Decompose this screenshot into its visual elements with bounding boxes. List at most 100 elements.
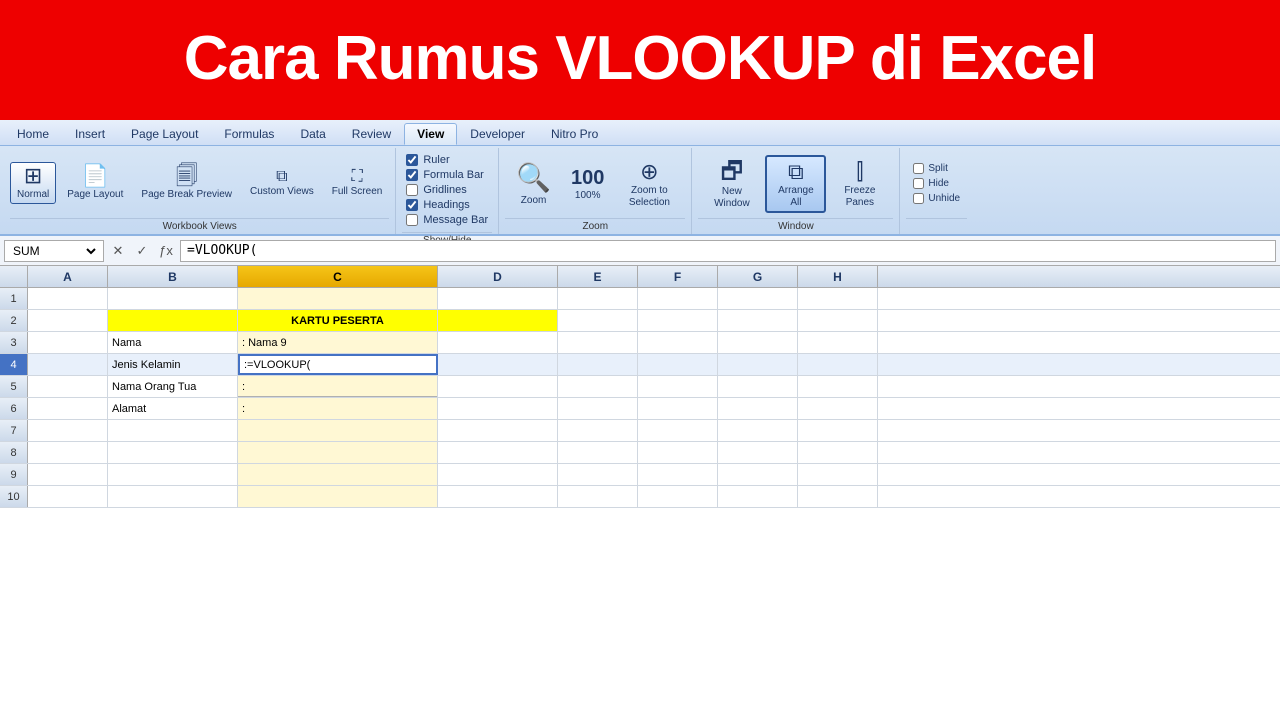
full-screen-button[interactable]: ⛶ Full Screen	[325, 166, 390, 201]
hide-button[interactable]: Hide	[910, 177, 963, 190]
col-header-e[interactable]: E	[558, 266, 638, 287]
cell-c4[interactable]: :=VLOOKUP(	[238, 354, 438, 375]
cell-d6[interactable]	[438, 398, 558, 419]
cell-b1[interactable]	[108, 288, 238, 309]
cell-c10[interactable]	[238, 486, 438, 507]
cell-c1[interactable]	[238, 288, 438, 309]
name-box-select[interactable]: SUM	[9, 243, 99, 259]
formula-confirm-button[interactable]: ✓	[132, 241, 152, 261]
cell-e4[interactable]	[558, 354, 638, 375]
tab-insert[interactable]: Insert	[62, 123, 118, 145]
arrange-all-button[interactable]: ⧉ Arrange All	[765, 155, 826, 213]
cell-c3[interactable]: : Nama 9	[238, 332, 438, 353]
cell-b8[interactable]	[108, 442, 238, 463]
cell-f2[interactable]	[638, 310, 718, 331]
cell-h9[interactable]	[798, 464, 878, 485]
page-layout-button[interactable]: 📄 Page Layout	[60, 162, 130, 204]
cell-f7[interactable]	[638, 420, 718, 441]
cell-h10[interactable]	[798, 486, 878, 507]
cell-b7[interactable]	[108, 420, 238, 441]
cell-g6[interactable]	[718, 398, 798, 419]
cell-d3[interactable]	[438, 332, 558, 353]
cell-a4[interactable]	[28, 354, 108, 375]
name-box[interactable]: SUM	[4, 240, 104, 262]
cell-b3[interactable]: Nama	[108, 332, 238, 353]
cell-d5[interactable]	[438, 376, 558, 397]
formula-cancel-button[interactable]: ✕	[108, 241, 128, 261]
cell-a8[interactable]	[28, 442, 108, 463]
cell-d4[interactable]	[438, 354, 558, 375]
cell-c7[interactable]	[238, 420, 438, 441]
cell-a6[interactable]	[28, 398, 108, 419]
col-header-f[interactable]: F	[638, 266, 718, 287]
cell-e6[interactable]	[558, 398, 638, 419]
cell-e9[interactable]	[558, 464, 638, 485]
cell-b2[interactable]	[108, 310, 238, 331]
cell-h8[interactable]	[798, 442, 878, 463]
cell-f9[interactable]	[638, 464, 718, 485]
cell-g2[interactable]	[718, 310, 798, 331]
cell-f6[interactable]	[638, 398, 718, 419]
tab-data[interactable]: Data	[287, 123, 338, 145]
cell-a7[interactable]	[28, 420, 108, 441]
cell-b9[interactable]	[108, 464, 238, 485]
col-header-c[interactable]: C	[238, 266, 438, 287]
cell-g3[interactable]	[718, 332, 798, 353]
zoom-button[interactable]: 🔍 Zoom	[509, 158, 558, 210]
tab-formulas[interactable]: Formulas	[211, 123, 287, 145]
cell-e3[interactable]	[558, 332, 638, 353]
col-header-b[interactable]: B	[108, 266, 238, 287]
cell-f3[interactable]	[638, 332, 718, 353]
zoom-selection-button[interactable]: ⊕ Zoom to Selection	[617, 156, 681, 212]
formula-input[interactable]	[180, 240, 1276, 262]
ruler-checkbox[interactable]	[406, 154, 418, 166]
cell-d9[interactable]	[438, 464, 558, 485]
unhide-checkbox[interactable]	[913, 193, 924, 204]
ruler-checkbox-label[interactable]: Ruler	[406, 154, 488, 166]
cell-c5[interactable]: : VLOOKUP(lookup_value, table_array, col…	[238, 376, 438, 397]
formula-bar-checkbox-label[interactable]: Formula Bar	[406, 169, 488, 181]
cell-g10[interactable]	[718, 486, 798, 507]
cell-c6[interactable]: :	[238, 398, 438, 419]
col-header-h[interactable]: H	[798, 266, 878, 287]
cell-g1[interactable]	[718, 288, 798, 309]
cell-h6[interactable]	[798, 398, 878, 419]
hide-checkbox[interactable]	[913, 178, 924, 189]
cell-f10[interactable]	[638, 486, 718, 507]
cell-d8[interactable]	[438, 442, 558, 463]
cell-h3[interactable]	[798, 332, 878, 353]
cell-c8[interactable]	[238, 442, 438, 463]
cell-b4[interactable]: Jenis Kelamin	[108, 354, 238, 375]
headings-checkbox-label[interactable]: Headings	[406, 199, 488, 211]
cell-h4[interactable]	[798, 354, 878, 375]
insert-function-button[interactable]: ƒx	[156, 241, 176, 261]
cell-a10[interactable]	[28, 486, 108, 507]
cell-f1[interactable]	[638, 288, 718, 309]
cell-c2[interactable]: KARTU PESERTA	[238, 310, 438, 331]
cell-e7[interactable]	[558, 420, 638, 441]
tab-view[interactable]: View	[404, 123, 457, 145]
headings-checkbox[interactable]	[406, 199, 418, 211]
cell-f8[interactable]	[638, 442, 718, 463]
message-bar-checkbox[interactable]	[406, 214, 418, 226]
zoom-100-button[interactable]: 100 100%	[564, 163, 611, 205]
cell-a9[interactable]	[28, 464, 108, 485]
cell-e1[interactable]	[558, 288, 638, 309]
cell-e5[interactable]	[558, 376, 638, 397]
cell-e8[interactable]	[558, 442, 638, 463]
message-bar-checkbox-label[interactable]: Message Bar	[406, 214, 488, 226]
cell-b10[interactable]	[108, 486, 238, 507]
tab-developer[interactable]: Developer	[457, 123, 538, 145]
freeze-panes-button[interactable]: ⫿ Freeze Panes	[830, 156, 889, 212]
cell-h5[interactable]	[798, 376, 878, 397]
cell-c9[interactable]	[238, 464, 438, 485]
cell-a5[interactable]	[28, 376, 108, 397]
new-window-button[interactable]: 🗗 New Window	[702, 155, 761, 214]
unhide-button[interactable]: Unhide	[910, 192, 963, 205]
custom-views-button[interactable]: ⧉ Custom Views	[243, 166, 321, 201]
cell-h1[interactable]	[798, 288, 878, 309]
cell-d10[interactable]	[438, 486, 558, 507]
tab-page-layout[interactable]: Page Layout	[118, 123, 211, 145]
normal-view-button[interactable]: ⊞ Normal	[10, 162, 56, 204]
gridlines-checkbox[interactable]	[406, 184, 418, 196]
